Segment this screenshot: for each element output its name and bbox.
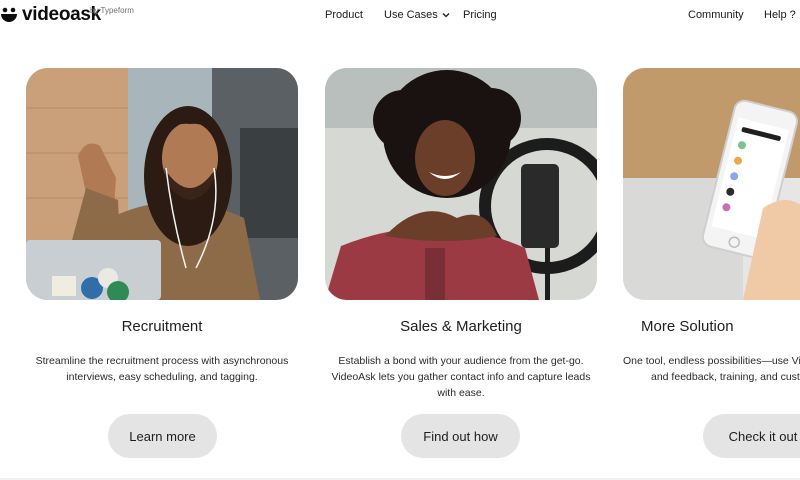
card-description-line: One tool, endless possibilities—use Vi (623, 355, 800, 367)
recruitment-photo (26, 68, 298, 300)
card-description: Streamline the recruitment process with … (26, 353, 298, 385)
card-description-line: Establish a bond with your audience from… (338, 355, 584, 367)
card-title: More Solution (641, 318, 734, 335)
chevron-down-icon (442, 13, 450, 18)
nav-use-cases[interactable]: Use Cases (384, 9, 451, 21)
find-out-how-button[interactable]: Find out how (401, 414, 520, 458)
page: videoask by Typeform Product Use Cases P… (0, 0, 800, 480)
brand-logo[interactable]: videoask by Typeform (0, 4, 134, 26)
sales-marketing-photo (325, 68, 597, 300)
card-recruitment: Recruitment Streamline the recruitment p… (26, 68, 298, 458)
sales-marketing-illustration (325, 68, 597, 300)
nav-help[interactable]: Help ? (764, 9, 796, 21)
card-title: Sales & Marketing (400, 318, 522, 335)
videoask-logo-icon (1, 7, 17, 22)
nav-community[interactable]: Community (688, 9, 744, 21)
card-sales-marketing: Sales & Marketing Establish a bond with … (325, 68, 597, 458)
nav-product[interactable]: Product (325, 9, 363, 21)
card-more-solutions: More Solution One tool, endless possibil… (623, 68, 800, 468)
brand-byline: by Typeform (90, 6, 134, 15)
more-solutions-illustration (623, 68, 800, 300)
card-description-line: Streamline the recruitment process with … (35, 355, 289, 367)
recruitment-illustration (26, 68, 298, 300)
nav-pricing[interactable]: Pricing (463, 9, 497, 21)
card-description-line: interviews, easy scheduling, and tagging… (66, 371, 258, 383)
card-description-line: with ease. (437, 387, 485, 399)
card-description: One tool, endless possibilities—use Vi a… (623, 353, 800, 385)
card-description-line: VideoAsk lets you gather contact info an… (331, 371, 591, 383)
top-nav: videoask by Typeform Product Use Cases P… (0, 0, 800, 32)
check-it-out-button[interactable]: Check it out (703, 414, 800, 458)
card-description: Establish a bond with your audience from… (325, 353, 597, 401)
more-solutions-photo (623, 68, 800, 300)
card-description-line: and feedback, training, and cust (651, 371, 800, 383)
card-title: Recruitment (121, 318, 203, 335)
nav-use-cases-label: Use Cases (384, 9, 438, 21)
learn-more-button[interactable]: Learn more (108, 414, 217, 458)
